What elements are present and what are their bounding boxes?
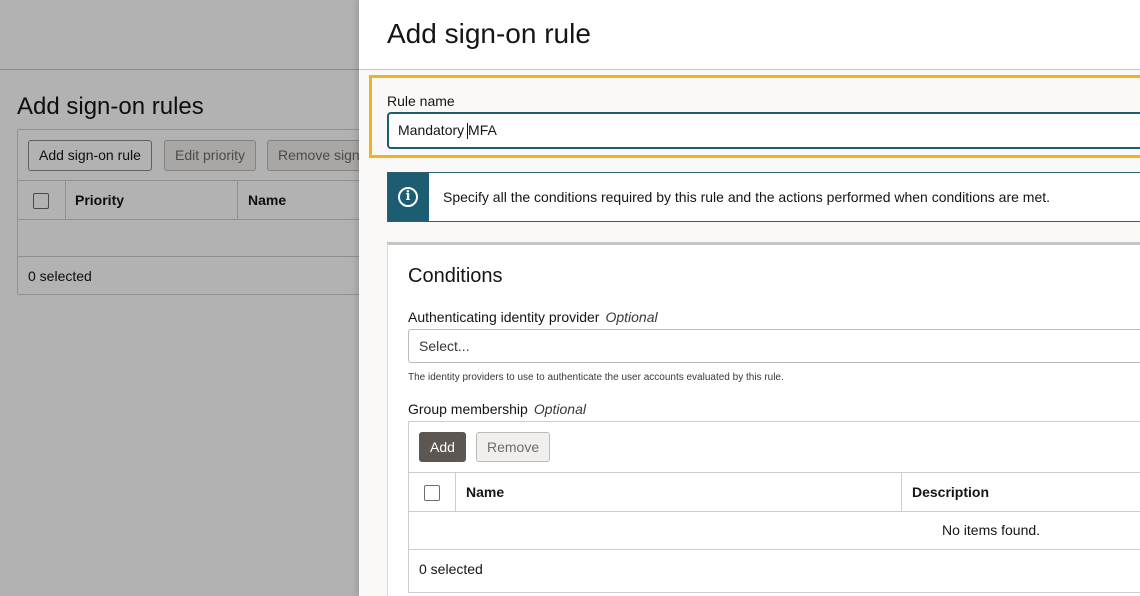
info-icon: i [398, 187, 418, 207]
group-label-text: Group membership [408, 401, 528, 417]
idp-select-placeholder: Select... [419, 338, 470, 354]
group-column-name[interactable]: Name [466, 473, 504, 511]
remove-group-button[interactable]: Remove [476, 432, 551, 462]
group-selected-count: 0 selected [419, 561, 483, 577]
modal-scrim[interactable] [0, 0, 360, 596]
rule-name-value-start: Mandatory [398, 122, 469, 138]
group-membership-table: Add Remove Name Description No items fou… [408, 421, 1140, 593]
drawer-body: Rule name Mandatory MFA i Specify all th… [359, 70, 1140, 596]
rule-name-input[interactable]: Mandatory MFA [387, 112, 1140, 149]
group-column-description[interactable]: Description [912, 473, 989, 511]
group-membership-label: Group membership Optional [408, 401, 586, 417]
no-items-text: No items found. [942, 522, 1041, 538]
idp-select[interactable]: Select... [408, 329, 1140, 363]
add-group-button[interactable]: Add [419, 432, 466, 462]
idp-help-text: The identity providers to use to authent… [408, 372, 784, 383]
idp-label-text: Authenticating identity provider [408, 309, 600, 325]
add-sign-on-rule-drawer: Add sign-on rule Rule name Mandatory MFA… [359, 0, 1140, 596]
group-table-header: Name Description [409, 472, 1140, 512]
rule-name-label: Rule name [387, 93, 455, 109]
conditions-title: Conditions [408, 265, 503, 287]
info-text: Specify all the conditions required by t… [443, 189, 1051, 205]
rule-name-value-end: MFA [468, 122, 497, 138]
drawer-title: Add sign-on rule [387, 18, 591, 49]
group-empty-row: No items found. [409, 512, 1140, 550]
idp-optional-label: Optional [605, 309, 658, 325]
group-optional-label: Optional [533, 401, 586, 417]
idp-label: Authenticating identity provider Optional [408, 309, 658, 325]
info-strip: i [388, 173, 429, 221]
conditions-card: Conditions Authenticating identity provi… [387, 242, 1140, 596]
info-message: i Specify all the conditions required by… [387, 172, 1140, 222]
drawer-header: Add sign-on rule [359, 0, 1140, 70]
group-select-all-checkbox[interactable] [424, 485, 440, 501]
